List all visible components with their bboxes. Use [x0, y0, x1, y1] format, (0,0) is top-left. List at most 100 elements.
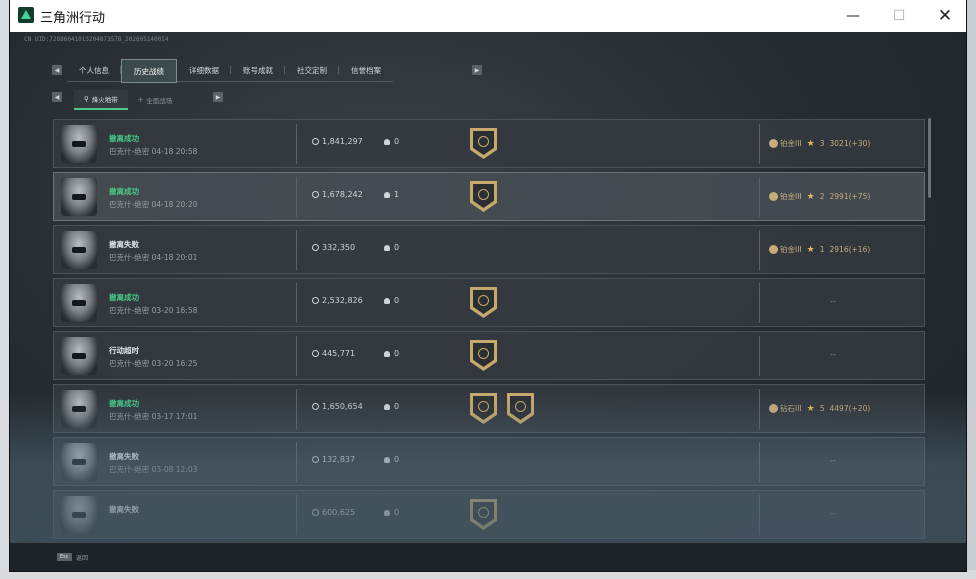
divider: [296, 389, 297, 429]
divider: [296, 124, 297, 164]
operator-avatar: [61, 125, 97, 163]
map-and-date: 巴克什-绝密 04-18 20:58: [109, 147, 198, 156]
divider: [296, 230, 297, 270]
achievement-badge-icon[interactable]: [470, 499, 497, 530]
star-icon: ★: [806, 191, 815, 202]
subtab-next-arrow-icon[interactable]: ▶: [213, 92, 223, 102]
achievement-badge-icon[interactable]: [507, 393, 534, 424]
tab-5[interactable]: 信誉档案: [339, 59, 393, 81]
kill-count-text: 0: [394, 455, 400, 464]
subtab-label: 烽火地带: [91, 96, 118, 104]
skull-icon: [384, 509, 390, 516]
rank-stars: 1: [819, 245, 825, 254]
tab-4[interactable]: 社交定制: [285, 59, 339, 81]
achievement-badge-icon[interactable]: [470, 287, 497, 318]
operator-avatar: [61, 284, 97, 322]
skull-icon: [384, 297, 390, 304]
extraction-mode-icon: ⚲: [84, 95, 89, 103]
map-and-date: 巴克什-绝密 03-08 12:03: [109, 465, 198, 474]
match-status: 行动超时: [109, 346, 139, 355]
divider: [759, 336, 760, 376]
bottom-bar: Esc 返回: [10, 543, 966, 571]
loot-value-text: 1,841,297: [322, 137, 363, 146]
map-and-date: 巴克什-绝密 04-18 20:01: [109, 253, 198, 262]
kill-count: 0: [384, 137, 399, 146]
rank-info: 铂金III ★ 1 2916(+16): [769, 244, 870, 255]
skull-icon: [384, 138, 390, 145]
match-row[interactable]: 撤离成功 巴克什-绝密 03-17 17:01 1,650,654 0 钻石III ★ 5 4…: [53, 384, 925, 433]
match-status: 撤离成功: [109, 134, 139, 143]
title-bar: 三角洲行动 — ☐ ✕: [10, 0, 966, 32]
divider: [296, 336, 297, 376]
match-row[interactable]: 撤离成功 巴克什-绝密 04-18 20:58 1,841,297 0 铂金III ★ 3 3…: [53, 119, 925, 168]
rank-stars: 2: [819, 192, 825, 201]
rank-score: 2991(+75): [829, 192, 871, 201]
rank-emblem-icon: [769, 404, 778, 413]
tab-0[interactable]: 个人信息: [67, 59, 121, 81]
match-status: 撤离成功: [109, 187, 139, 196]
user-uid: CN UID:7288604101320487357B_2026051400I4: [24, 36, 169, 43]
rank-name: 铂金III: [780, 245, 802, 254]
main-content: CN UID:7288604101320487357B_2026051400I4…: [10, 32, 966, 571]
divider: [759, 177, 760, 217]
loot-value: 1,650,654: [312, 402, 363, 411]
esc-key-icon[interactable]: Esc: [57, 553, 72, 561]
rank-score: 3021(+30): [829, 139, 871, 148]
subtab-1[interactable]: ✛ 全面战场: [128, 90, 182, 110]
loot-value-text: 600,625: [322, 508, 356, 517]
achievement-badge-icon[interactable]: [470, 393, 497, 424]
achievement-badge-icon[interactable]: [470, 128, 497, 159]
match-status: 撤离成功: [109, 293, 139, 302]
scrollbar[interactable]: [928, 118, 931, 198]
kill-count-text: 0: [394, 349, 400, 358]
kill-count: 0: [384, 508, 399, 517]
match-row[interactable]: 撤离成功 巴克什-绝密 04-18 20:20 1,678,242 1 铂金III ★ 2 2…: [53, 172, 925, 221]
rank-emblem-icon: [769, 192, 778, 201]
loot-value: 1,678,242: [312, 190, 363, 199]
rank-name: 铂金III: [780, 192, 802, 201]
match-status: 撤离失败: [109, 240, 139, 249]
tab-prev-arrow-icon[interactable]: ◀: [52, 65, 62, 75]
rank-score: --: [830, 297, 836, 306]
coin-icon: [312, 244, 319, 251]
match-row[interactable]: 撤离失败 巴克什-绝密 04-18 20:01 332,350 0 铂金III ★ 1 291…: [53, 225, 925, 274]
tab-3[interactable]: 账号成就: [231, 59, 285, 81]
close-button[interactable]: ✕: [922, 0, 968, 32]
map-and-date: 巴克什-绝密 03-17 17:01: [109, 412, 198, 421]
match-row[interactable]: 行动超时 巴克什-绝密 03-20 16:25 445,771 0 --: [53, 331, 925, 380]
sub-tabs: ⚲ 烽火地带 ✛ 全面战场: [74, 90, 182, 110]
rank-info: 铂金III ★ 2 2991(+75): [769, 191, 870, 202]
coin-icon: [312, 138, 319, 145]
match-row[interactable]: 撤离失败 600,625 0 --: [53, 490, 925, 539]
divider: [296, 495, 297, 535]
match-row[interactable]: 撤离成功 巴克什-绝密 03-20 16:58 2,532,826 0 --: [53, 278, 925, 327]
subtab-0[interactable]: ⚲ 烽火地带: [74, 90, 128, 110]
match-row[interactable]: 撤离失败 巴克什-绝密 03-08 12:03 132,837 0 --: [53, 437, 925, 486]
subtab-prev-arrow-icon[interactable]: ◀: [52, 92, 62, 102]
rank-stars: 5: [819, 404, 825, 413]
rank-score: --: [830, 509, 836, 518]
minimize-button[interactable]: —: [830, 0, 876, 32]
kill-count-text: 0: [394, 243, 400, 252]
operator-avatar: [61, 178, 97, 216]
operator-avatar: [61, 337, 97, 375]
loot-value-text: 132,837: [322, 455, 356, 464]
kill-count: 0: [384, 349, 399, 358]
loot-value: 600,625: [312, 508, 355, 517]
rank-score: --: [830, 350, 836, 359]
main-tabs: 个人信息 历史战绩 详细数据 账号成就 社交定制 信誉档案: [67, 59, 393, 83]
tab-next-arrow-icon[interactable]: ▶: [472, 65, 482, 75]
achievement-badge-icon[interactable]: [470, 340, 497, 371]
tab-1[interactable]: 历史战绩: [121, 59, 177, 83]
divider: [759, 283, 760, 323]
back-label: 返回: [76, 555, 89, 562]
achievement-badge-icon[interactable]: [470, 181, 497, 212]
coin-icon: [312, 297, 319, 304]
tab-2[interactable]: 详细数据: [177, 59, 231, 81]
kill-count: 0: [384, 402, 399, 411]
maximize-button[interactable]: ☐: [876, 0, 922, 32]
loot-value: 132,837: [312, 455, 355, 464]
match-status: 撤离失败: [109, 452, 139, 461]
taskbar-strip: [0, 570, 976, 579]
kill-count: 1: [384, 190, 399, 199]
